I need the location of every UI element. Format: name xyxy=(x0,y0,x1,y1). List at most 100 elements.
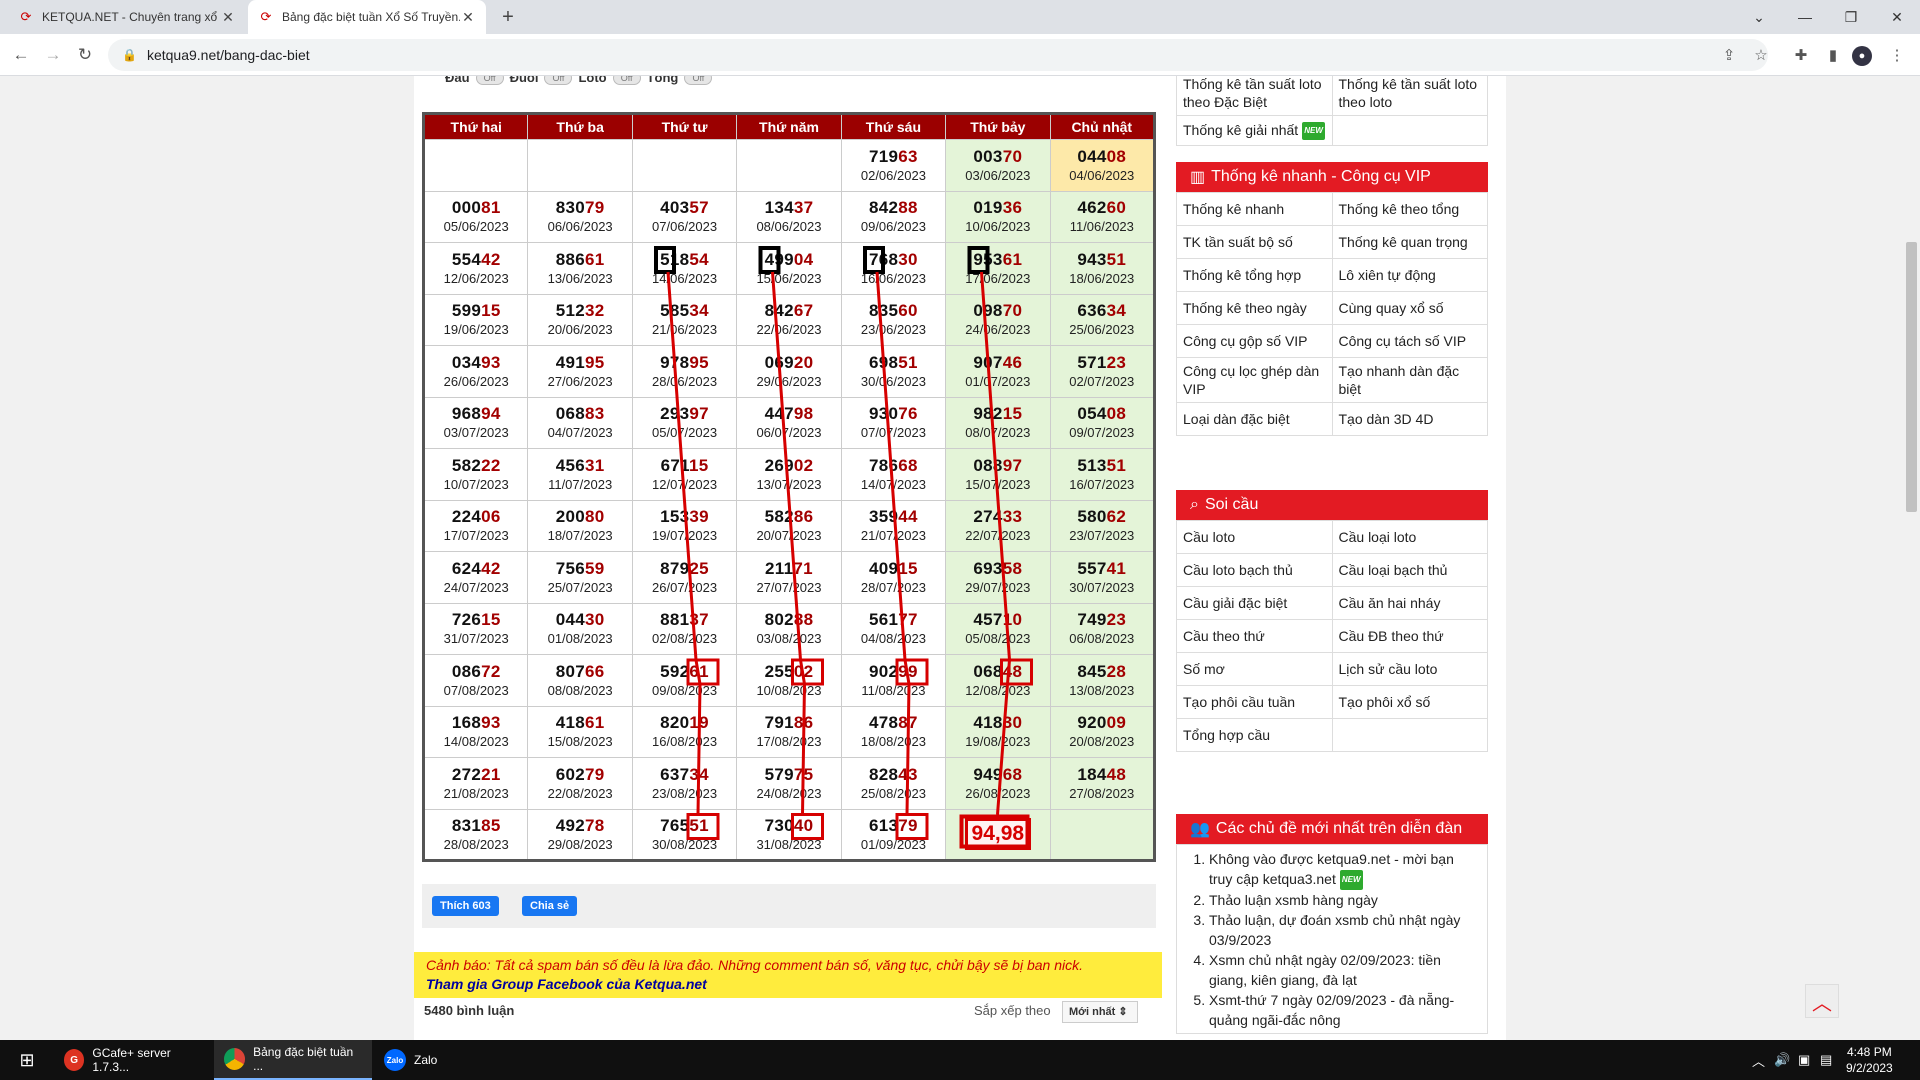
profile-avatar[interactable]: ● xyxy=(1852,46,1872,66)
sidebar-link[interactable]: Lịch sử cầu loto xyxy=(1331,652,1488,686)
sidebar-link[interactable]: Tạo phôi xổ số xyxy=(1331,685,1488,719)
result-prefix: 943 xyxy=(1077,249,1107,269)
sidebar-link[interactable]: Tạo phôi cầu tuần xyxy=(1176,685,1333,719)
new-badge: NEW xyxy=(1302,122,1325,141)
back-arrow-icon[interactable]: ← xyxy=(8,42,34,68)
forum-topic-link[interactable]: Xsmt-thứ 7 ngày 02/09/2023 - đà nẵng- qu… xyxy=(1209,990,1481,1030)
taskbar-app-zalo[interactable]: Zalo Zalo xyxy=(374,1040,530,1080)
sidebar-link[interactable]: Công cụ tách số VIP xyxy=(1331,324,1488,358)
facebook-share-button[interactable]: Chia sẻ xyxy=(522,896,578,916)
chart-bars-icon: ▥ xyxy=(1190,169,1206,186)
sidebar-link[interactable]: Cầu ăn hai nháy xyxy=(1331,586,1488,620)
sidebar-link[interactable]: Thống kê tần suất loto theo loto xyxy=(1331,76,1488,116)
forum-topic-link[interactable]: Xsmn chủ nhật ngày 02/09/2023: tiền gian… xyxy=(1209,950,1481,990)
taskbar-app-gcafe[interactable]: G GCafe+ server 1.7.3... xyxy=(54,1040,212,1080)
taskbar-app-chrome[interactable]: Bảng đặc biệt tuần ... xyxy=(214,1040,372,1080)
forum-topic-link[interactable]: Cầu lotto - đặc biệt 2d-3d-4d thứ bảy xyxy=(1209,1030,1481,1033)
sidebar-link[interactable]: Cùng quay xổ số xyxy=(1331,291,1488,325)
result-number: 80288 xyxy=(737,609,840,630)
sidebar-link[interactable]: Cầu loại bạch thủ xyxy=(1331,553,1488,587)
sidebar-link[interactable]: Cầu ĐB theo thứ xyxy=(1331,619,1488,653)
result-number: 94968 xyxy=(946,764,1049,785)
result-prefix: 830 xyxy=(555,198,585,218)
sidebar-link[interactable]: Thống kê quan trọng xyxy=(1331,225,1488,259)
forward-arrow-icon[interactable]: → xyxy=(40,42,66,68)
result-cell: 94351 18/06/2023 xyxy=(1049,242,1156,295)
close-tab-icon[interactable]: ✕ xyxy=(220,9,236,26)
network-icon[interactable]: ▣ xyxy=(1798,1040,1810,1080)
result-last-two: 51 xyxy=(1106,455,1127,475)
toggle-tong[interactable]: Off xyxy=(684,76,713,85)
sidebar-link[interactable]: Thống kê nhanh xyxy=(1176,192,1333,226)
result-prefix: 003 xyxy=(973,146,1003,166)
sidebar-link[interactable]: Cầu loto bạch thủ xyxy=(1176,553,1333,587)
result-date: 02/08/2023 xyxy=(652,631,718,647)
sidebar-link[interactable]: Thống kê tổng hợp xyxy=(1176,258,1333,292)
sidebar-link[interactable]: Cầu loại loto xyxy=(1331,520,1488,554)
address-bar[interactable]: 🔒 ketqua9.net/bang-dac-biet xyxy=(108,39,1768,71)
result-number: 41861 xyxy=(528,712,631,733)
sidebar-link[interactable]: Số mơ xyxy=(1176,652,1333,686)
toggle-dau[interactable]: Off xyxy=(475,76,504,85)
notification-icon[interactable]: ▤ xyxy=(1820,1040,1832,1080)
result-number: 73040 xyxy=(737,815,840,836)
share-icon[interactable]: ⇪ xyxy=(1716,42,1742,68)
browser-tab-ketqua[interactable]: ⟳ KETQUA.NET - Chuyên trang xổ số ✕ xyxy=(8,0,246,34)
result-date: 07/06/2023 xyxy=(652,219,718,235)
sidebar-link[interactable]: Tạo nhanh dàn đặc biệt xyxy=(1331,357,1488,403)
result-last-two: 02 xyxy=(793,455,814,475)
forum-topic-link[interactable]: Thảo luận xsmb hàng ngày xyxy=(1209,890,1481,910)
toggle-duoi[interactable]: Off xyxy=(544,76,573,85)
browser-tab-bang-dac-biet[interactable]: ⟳ Bảng đặc biệt tuần Xổ Số Truyền... ✕ xyxy=(248,0,486,34)
sidebar-link[interactable]: Tạo dàn 3D 4D xyxy=(1331,402,1488,436)
forum-topic-link[interactable]: Thảo luận, dự đoán xsmb chủ nhật ngày 03… xyxy=(1209,910,1481,950)
result-number: 00370 xyxy=(946,146,1049,167)
bookmark-star-icon[interactable]: ☆ xyxy=(1748,42,1774,68)
sidebar-link[interactable]: Thống kê theo tổng xyxy=(1331,192,1488,226)
system-clock[interactable]: 4:48 PM 9/2/2023 xyxy=(1846,1044,1893,1076)
page-scrollbar[interactable] xyxy=(1903,76,1920,1040)
sidebar-link[interactable]: Lô xiên tự động xyxy=(1331,258,1488,292)
side-panel-icon[interactable]: ▮ xyxy=(1820,42,1846,68)
sidebar-link-label: Thống kê tần suất loto theo Đặc Biệt xyxy=(1183,76,1322,110)
result-cell: 46260 11/06/2023 xyxy=(1049,190,1156,243)
scrollbar-thumb[interactable] xyxy=(1906,242,1917,512)
close-tab-icon[interactable]: ✕ xyxy=(460,9,476,26)
close-window-icon[interactable]: ✕ xyxy=(1874,0,1920,34)
result-last-two: 83 xyxy=(585,404,605,424)
sidebar-link[interactable]: TK tần suất bộ số xyxy=(1176,225,1333,259)
sidebar-link[interactable]: Tổng hợp cầu xyxy=(1176,718,1333,752)
volume-icon[interactable]: 🔊 xyxy=(1774,1040,1790,1080)
result-cell: 75659 25/07/2023 xyxy=(527,551,633,604)
result-cell: 15339 19/07/2023 xyxy=(631,499,738,552)
sidebar-link[interactable]: Cầu theo thứ xyxy=(1176,619,1333,653)
restore-icon[interactable]: ❐ xyxy=(1828,0,1874,34)
table-row: 58222 10/07/2023 45631 11/07/2023 67115 12/07… xyxy=(422,448,1156,501)
tray-chevron-icon[interactable]: ︿ xyxy=(1752,1040,1765,1080)
reload-icon[interactable]: ↻ xyxy=(72,42,98,68)
result-number: 45631 xyxy=(528,455,631,476)
minimize-icon[interactable]: — xyxy=(1782,0,1828,34)
sidebar-link[interactable]: Thống kê theo ngày xyxy=(1176,291,1333,325)
extensions-puzzle-icon[interactable]: ✚ xyxy=(1788,42,1814,68)
menu-kebab-icon[interactable]: ⋮ xyxy=(1884,42,1910,68)
sidebar-link[interactable]: Thống kê tần suất loto theo Đặc Biệt xyxy=(1176,76,1333,116)
scroll-to-top-button[interactable]: ︿ xyxy=(1805,984,1839,1018)
new-tab-icon[interactable]: + xyxy=(496,6,520,29)
result-prefix: 807 xyxy=(555,661,585,681)
sort-select[interactable]: Mới nhất ⇕ xyxy=(1062,1001,1138,1023)
sidebar-link[interactable]: Cầu loto xyxy=(1176,520,1333,554)
windows-start-icon[interactable]: ⊞ xyxy=(8,1040,46,1080)
forum-topic-link[interactable]: Không vào được ketqua9.net - mời bạn tru… xyxy=(1209,849,1481,891)
sidebar-link[interactable]: Công cụ lọc ghép dàn VIP xyxy=(1176,357,1333,403)
result-last-two: 98 xyxy=(793,404,814,424)
result-prefix: 134 xyxy=(764,198,794,218)
sidebar-link[interactable]: Thống kê giải nhất NEW xyxy=(1176,115,1333,146)
toggle-loto[interactable]: Off xyxy=(612,76,641,85)
facebook-group-link[interactable]: Tham gia Group Facebook của Ketqua.net xyxy=(426,975,1150,994)
sidebar-link[interactable]: Công cụ gộp số VIP xyxy=(1176,324,1333,358)
tab-search-chevron-icon[interactable]: ⌄ xyxy=(1736,0,1782,34)
facebook-like-button[interactable]: Thích 603 xyxy=(432,896,499,916)
sidebar-link[interactable]: Loại dàn đặc biệt xyxy=(1176,402,1333,436)
sidebar-link[interactable]: Cầu giải đặc biệt xyxy=(1176,586,1333,620)
